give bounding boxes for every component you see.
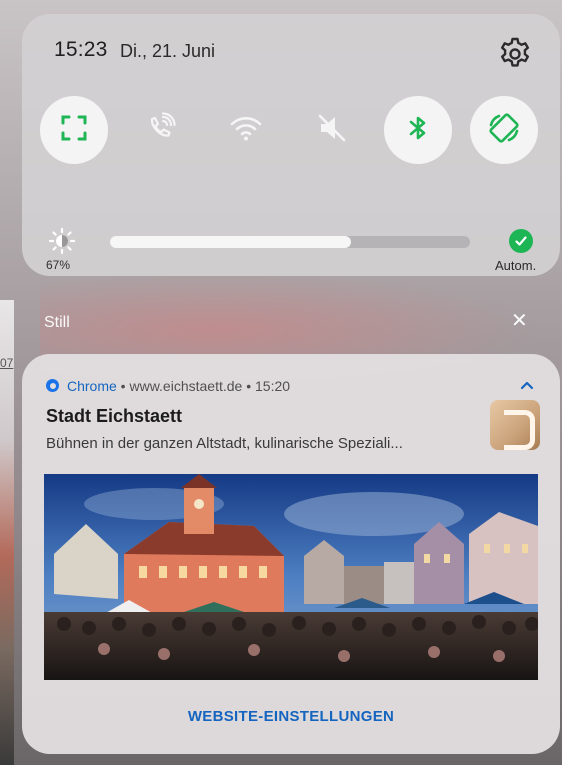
notification-source: • www.eichstaett.de • 15:20 xyxy=(116,378,291,394)
brightness-percent: 67% xyxy=(46,258,71,272)
notification-app-name: Chrome xyxy=(67,378,117,394)
section-title: Still xyxy=(44,314,70,331)
notification-text: Bühnen in der ganzen Altstadt, kulinaris… xyxy=(46,435,403,452)
notification-header: Chrome • www.eichstaett.de • 15:20 xyxy=(46,378,290,394)
notification-card[interactable]: Chrome • www.eichstaett.de • 15:20 Stadt… xyxy=(22,354,560,754)
background-link-fragment: 07 xyxy=(0,356,14,370)
clock-date[interactable]: Di., 21. Juni xyxy=(120,41,215,62)
notification-image[interactable] xyxy=(44,474,538,680)
chevron-up-icon[interactable] xyxy=(518,376,536,394)
website-settings-button[interactable]: WEBSITE-EINSTELLUNGEN xyxy=(22,708,560,725)
chrome-icon xyxy=(46,379,59,392)
wifi-calling-icon xyxy=(143,111,177,150)
bluetooth-tile[interactable] xyxy=(384,96,452,164)
quick-settings-panel: 15:23 Di., 21. Juni 67% Autom. xyxy=(22,14,560,276)
brightness-slider[interactable] xyxy=(110,236,470,248)
auto-brightness-toggle[interactable] xyxy=(509,229,533,253)
mute-icon xyxy=(315,111,349,150)
bluetooth-icon xyxy=(401,111,435,150)
screenshot-tile[interactable] xyxy=(40,96,108,164)
wifi-icon xyxy=(229,111,263,150)
close-icon[interactable]: ✕ xyxy=(511,310,528,332)
clock-time[interactable]: 15:23 xyxy=(54,38,108,62)
wifi-calling-tile[interactable] xyxy=(126,96,194,164)
brightness-slider-fill xyxy=(110,236,352,248)
gear-icon[interactable] xyxy=(497,36,533,72)
notification-title: Stadt Eichstaett xyxy=(46,406,183,426)
mute-tile[interactable] xyxy=(298,96,366,164)
auto-rotate-icon xyxy=(487,111,521,150)
quick-tiles xyxy=(40,96,560,166)
brightness-icon xyxy=(48,227,76,255)
wifi-tile[interactable] xyxy=(212,96,280,164)
screenshot-icon xyxy=(57,111,91,150)
auto-brightness-label: Autom. xyxy=(495,258,537,273)
auto-rotate-tile[interactable] xyxy=(470,96,538,164)
notification-thumbnail xyxy=(490,400,540,450)
check-icon xyxy=(515,236,527,246)
